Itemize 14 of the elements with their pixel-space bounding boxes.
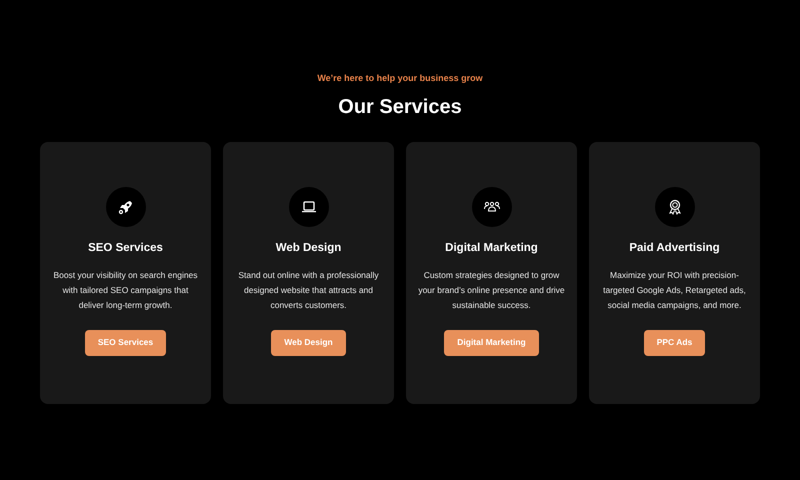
service-description: Boost your visibility on search engines with tailored SEO campaigns that deliver long-term growth. [52,268,199,312]
service-title: Paid Advertising [629,240,720,256]
service-title: SEO Services [88,240,163,256]
service-button[interactable]: Web Design [271,330,346,356]
service-title: Web Design [276,240,342,256]
service-button[interactable]: Digital Marketing [444,330,539,356]
service-button[interactable]: PPC Ads [644,330,706,356]
service-description: Stand out online with a professionally designed website that attracts and converts customers. [237,268,380,312]
service-description: Maximize your ROI with precision-targeted Google Ads, Retargeted ads, social media campaigns, and more. [602,268,747,312]
service-button[interactable]: SEO Services [84,330,166,356]
service-title: Digital Marketing [445,240,538,256]
tagline: We’re here to help your business grow [317,72,483,85]
section-heading: Our Services [338,94,462,120]
service-description: Custom strategies designed to grow your brand’s online presence and drive sustainable success. [417,268,566,312]
